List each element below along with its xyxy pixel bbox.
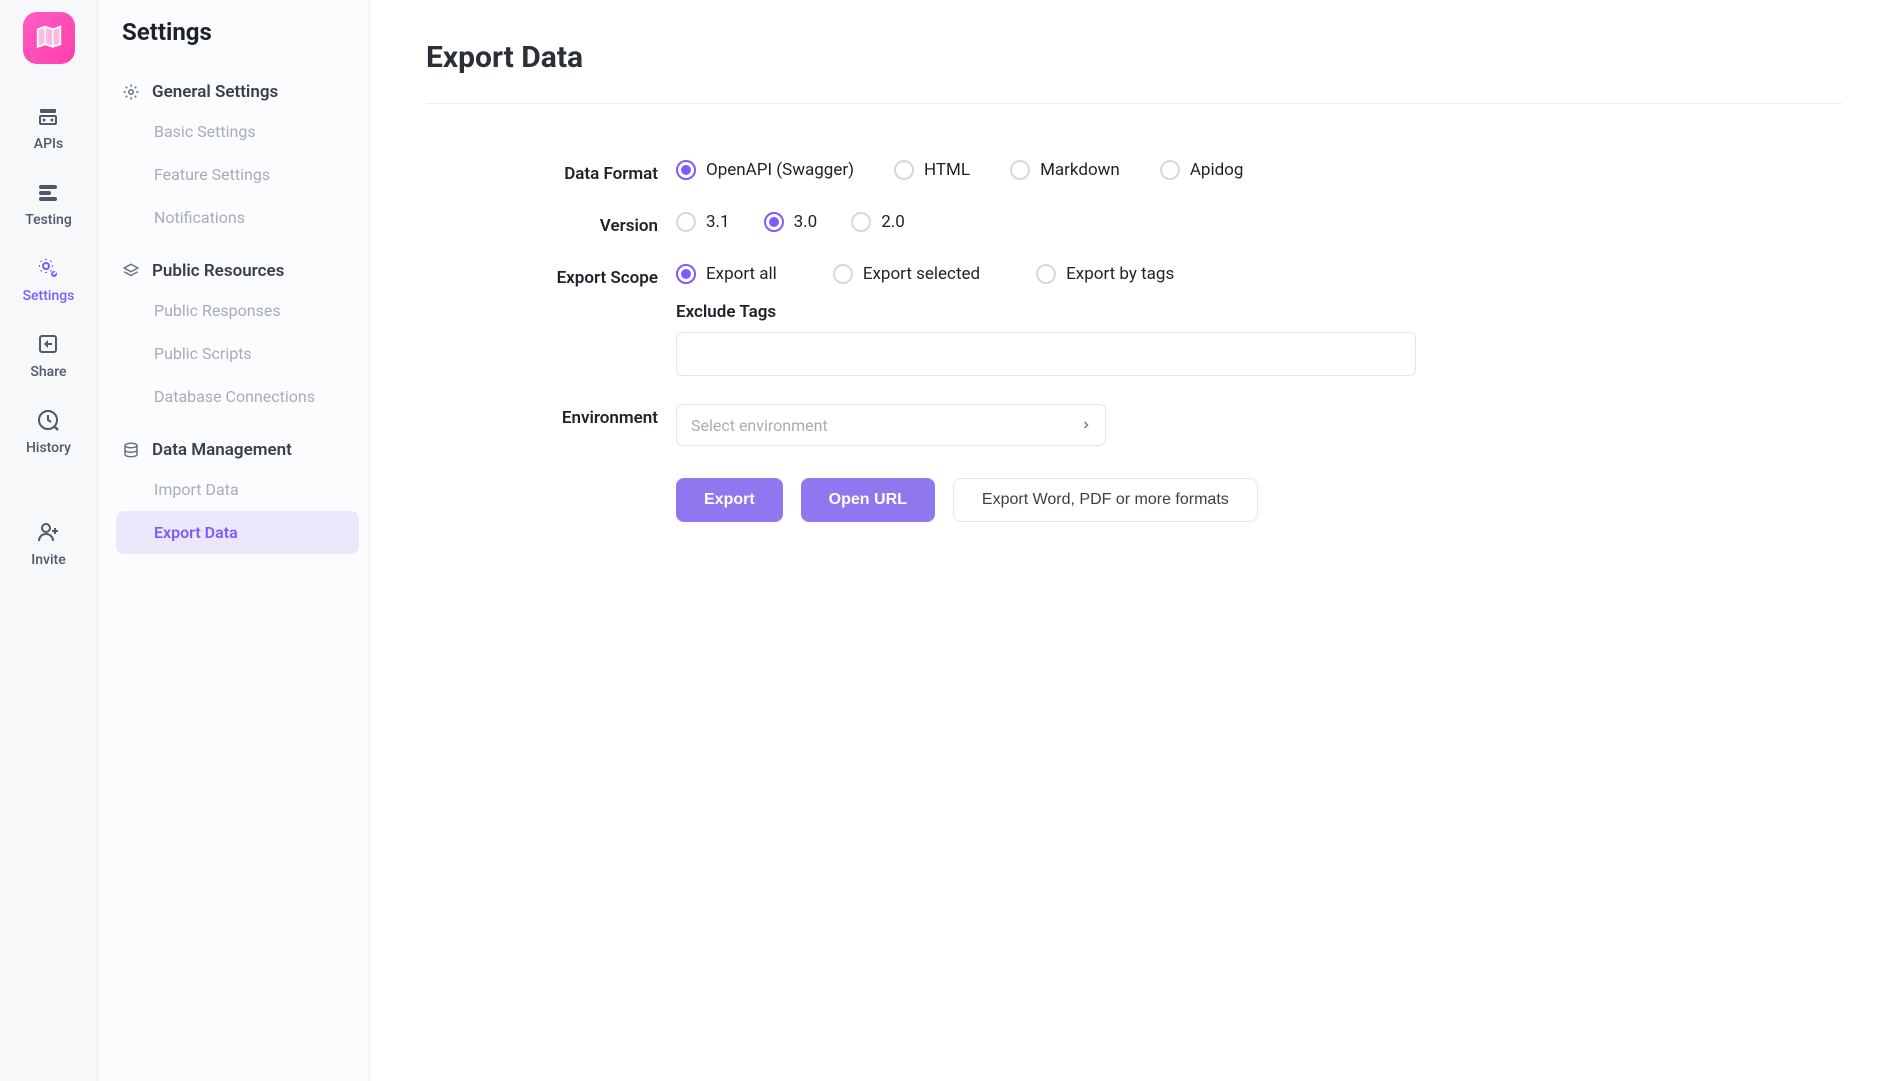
rail-apis[interactable]: APIs [5, 90, 92, 166]
group-general-settings[interactable]: General Settings [116, 74, 359, 110]
radio-label: Export by tags [1066, 264, 1174, 284]
rail-label: History [26, 440, 71, 456]
rail-history[interactable]: History [5, 394, 92, 470]
database-icon [122, 441, 140, 459]
more-formats-button[interactable]: Export Word, PDF or more formats [953, 478, 1258, 522]
main-content: Export Data Data Format OpenAPI (Swagger… [370, 0, 1898, 1081]
radio-label: Export all [706, 264, 777, 284]
radio-export-all[interactable]: Export all [676, 264, 777, 284]
radio-icon [764, 212, 784, 232]
select-environment[interactable]: Select environment [676, 404, 1106, 446]
layers-icon [122, 262, 140, 280]
radio-export-by-tags[interactable]: Export by tags [1036, 264, 1174, 284]
group-public-resources[interactable]: Public Resources [116, 253, 359, 289]
label-version: Version [426, 212, 676, 236]
rail-settings[interactable]: Settings [5, 242, 92, 318]
share-icon [36, 332, 60, 356]
radio-label: HTML [924, 160, 970, 180]
radio-label: Apidog [1190, 160, 1244, 180]
radio-version-30[interactable]: 3.0 [764, 212, 818, 232]
label-environment: Environment [426, 404, 676, 428]
label-exclude-tags: Exclude Tags [676, 302, 1842, 322]
history-icon [36, 408, 60, 432]
radio-icon [894, 160, 914, 180]
radio-label: 3.1 [706, 212, 730, 232]
side-rail: APIs Testing Settings Share History Invi… [0, 0, 98, 1081]
page-title: Export Data [426, 40, 1842, 75]
radio-export-selected[interactable]: Export selected [833, 264, 980, 284]
radio-icon [851, 212, 871, 232]
radio-icon [1036, 264, 1056, 284]
subitem-database-connections[interactable]: Database Connections [116, 375, 359, 418]
subitem-public-scripts[interactable]: Public Scripts [116, 332, 359, 375]
rail-label: Settings [23, 288, 75, 304]
app-logo[interactable] [23, 12, 75, 64]
radio-openapi[interactable]: OpenAPI (Swagger) [676, 160, 854, 180]
rail-label: Invite [31, 552, 65, 568]
testing-icon [36, 180, 60, 204]
input-exclude-tags[interactable] [676, 332, 1416, 376]
rail-invite[interactable]: Invite [5, 506, 92, 582]
rail-share[interactable]: Share [5, 318, 92, 394]
group-label: General Settings [152, 82, 278, 102]
radio-version-20[interactable]: 2.0 [851, 212, 905, 232]
radio-icon [833, 264, 853, 284]
settings-title: Settings [116, 18, 359, 46]
gear-icon [122, 83, 140, 101]
radio-label: 3.0 [794, 212, 818, 232]
label-data-format: Data Format [426, 160, 676, 184]
invite-icon [36, 520, 60, 544]
subitem-notifications[interactable]: Notifications [116, 196, 359, 239]
open-url-button[interactable]: Open URL [801, 478, 935, 522]
radio-icon [1010, 160, 1030, 180]
radio-label: Markdown [1040, 160, 1120, 180]
radio-icon [676, 264, 696, 284]
rail-testing[interactable]: Testing [5, 166, 92, 242]
radio-label: 2.0 [881, 212, 905, 232]
label-export-scope: Export Scope [426, 264, 676, 288]
subitem-public-responses[interactable]: Public Responses [116, 289, 359, 332]
divider [426, 103, 1842, 104]
group-label: Data Management [152, 440, 292, 460]
subitem-feature-settings[interactable]: Feature Settings [116, 153, 359, 196]
subitem-import-data[interactable]: Import Data [116, 468, 359, 511]
subitem-export-data[interactable]: Export Data [116, 511, 359, 554]
settings-sidebar: Settings General Settings Basic Settings… [98, 0, 370, 1081]
radio-icon [676, 212, 696, 232]
subitem-basic-settings[interactable]: Basic Settings [116, 110, 359, 153]
radio-icon [1160, 160, 1180, 180]
radio-icon [676, 160, 696, 180]
rail-label: APIs [34, 136, 63, 152]
rail-label: Share [30, 364, 66, 380]
export-button[interactable]: Export [676, 478, 783, 522]
group-data-management[interactable]: Data Management [116, 432, 359, 468]
radio-label: OpenAPI (Swagger) [706, 160, 854, 180]
rail-label: Testing [25, 212, 72, 228]
radio-markdown[interactable]: Markdown [1010, 160, 1120, 180]
select-placeholder: Select environment [691, 416, 828, 435]
radio-apidog[interactable]: Apidog [1160, 160, 1244, 180]
apis-icon [36, 104, 60, 128]
radio-html[interactable]: HTML [894, 160, 970, 180]
settings-icon [36, 256, 60, 280]
radio-label: Export selected [863, 264, 980, 284]
map-icon [34, 23, 64, 53]
group-label: Public Resources [152, 261, 284, 281]
radio-version-31[interactable]: 3.1 [676, 212, 730, 232]
